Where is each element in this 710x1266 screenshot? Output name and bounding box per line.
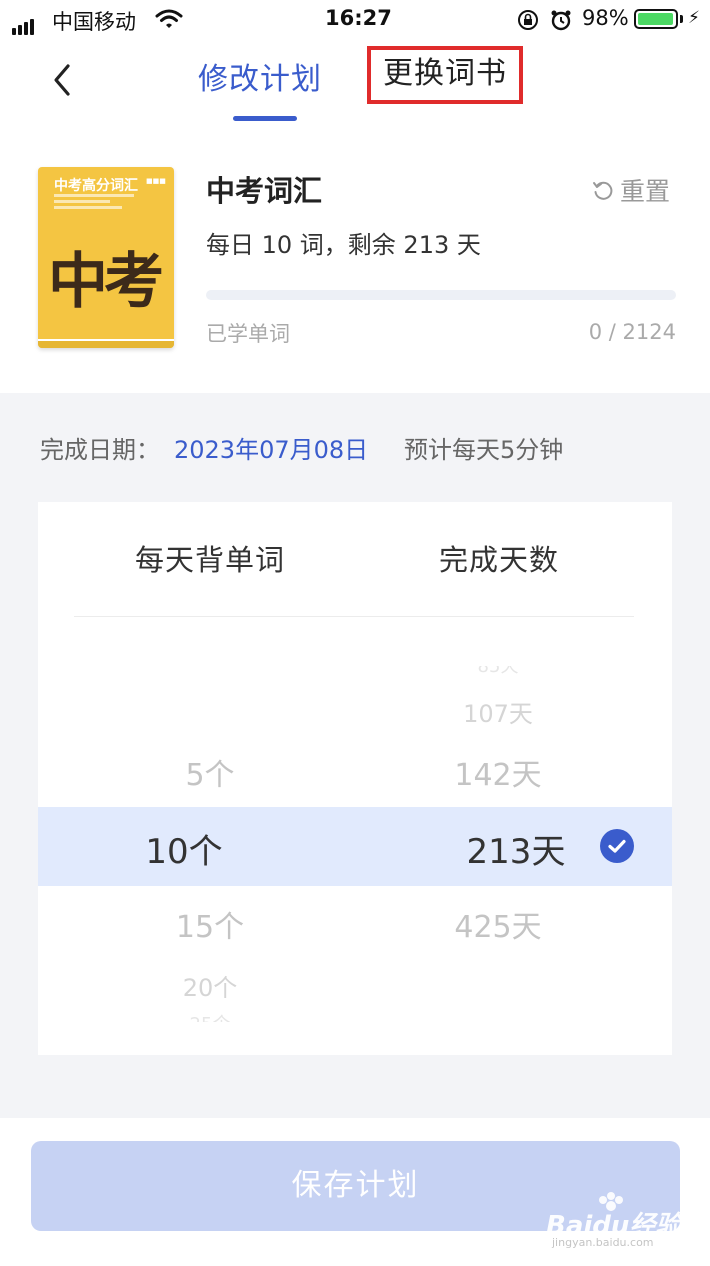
cover-tag: ■■■ [146, 177, 166, 185]
status-bar: 中国移动 16:27 98% ⚡ [0, 0, 710, 40]
reset-label: 重置 [620, 177, 671, 206]
cover-spine [38, 339, 174, 348]
words-option[interactable]: 25个 [110, 1010, 310, 1022]
days-option[interactable]: 85天 [398, 666, 598, 678]
chevron-left-icon [54, 64, 70, 96]
tab-change-book[interactable]: 更换词书 [367, 46, 523, 104]
active-tab-indicator [233, 116, 297, 121]
daily-time-estimate: 预计每天5分钟 [404, 436, 564, 464]
charging-icon: ⚡ [688, 8, 700, 28]
days-to-finish-header: 完成天数 [438, 543, 559, 577]
book-title: 中考词汇 [206, 174, 323, 208]
watermark-url: jingyan.baidu.com [552, 1236, 654, 1249]
learned-label: 已学单词 [206, 322, 290, 346]
finish-date-value: 2023年07月08日 [174, 436, 369, 464]
tab-modify-plan[interactable]: 修改计划 [198, 54, 322, 98]
reset-button[interactable]: 重置 [592, 172, 670, 208]
plan-picker: 每天背单词 完成天数 5个 10个 15个 20个 25个 85天 107天 1… [38, 502, 672, 1055]
learned-count: 0 / 2124 [588, 320, 676, 344]
orientation-lock-icon [516, 8, 540, 37]
alarm-icon [549, 8, 573, 37]
days-option[interactable]: 142天 [398, 750, 598, 794]
words-option[interactable]: 15个 [110, 902, 310, 946]
signal-icon [12, 11, 36, 35]
cover-decoration [54, 194, 134, 212]
plan-summary: 每日 10 词，剩余 213 天 [206, 231, 481, 259]
check-icon [600, 829, 634, 863]
back-button[interactable] [48, 62, 80, 98]
reset-icon [593, 181, 613, 200]
battery-icon [634, 9, 678, 29]
words-per-day-header: 每天背单词 [134, 543, 285, 577]
wifi-icon [155, 8, 183, 35]
status-time: 16:27 [325, 6, 392, 30]
cover-big-text: 中考 [48, 247, 164, 317]
carrier-name: 中国移动 [52, 10, 136, 34]
divider [74, 616, 634, 617]
words-option-selected[interactable]: 10个 [84, 824, 284, 873]
days-option[interactable]: 425天 [398, 902, 598, 946]
words-option[interactable]: 5个 [110, 750, 310, 794]
days-option[interactable]: 107天 [398, 694, 598, 729]
learning-progress-bar [206, 290, 676, 300]
book-cover: 中考高分词汇 ■■■ 中考 [38, 167, 174, 348]
battery-tip [680, 15, 683, 23]
cover-title: 中考高分词汇 [54, 178, 138, 194]
finish-date-label: 完成日期： [40, 436, 160, 464]
battery-percent: 98% [582, 6, 629, 30]
words-option[interactable]: 20个 [110, 968, 310, 1003]
days-option-selected[interactable]: 213天 [416, 824, 616, 873]
